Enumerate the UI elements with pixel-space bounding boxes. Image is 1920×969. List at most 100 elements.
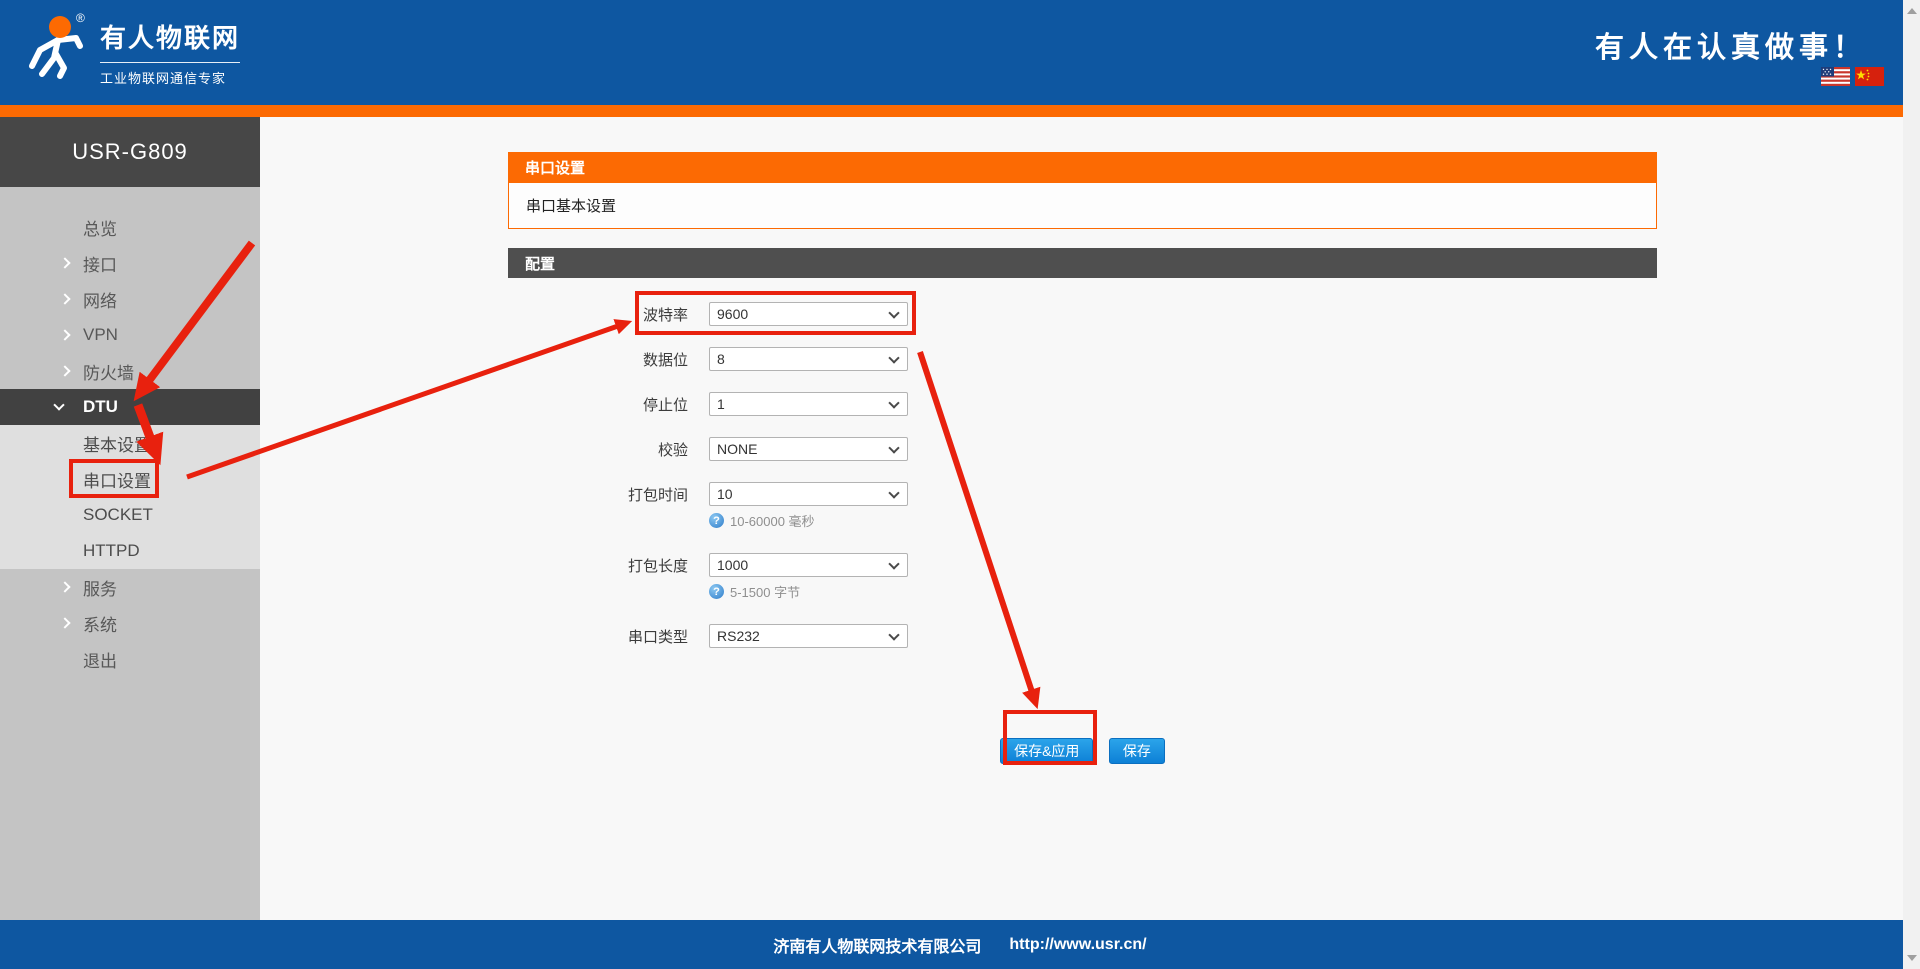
chevron-right-icon [59,617,71,629]
sidebar-item-logout[interactable]: 退出 [0,641,260,677]
logo-text: 有人物联网 工业物联网通信专家 [100,18,241,87]
sidebar-item-label: HTTPD [83,541,140,560]
sidebar-item-socket[interactable]: SOCKET [0,497,260,533]
sidebar-item-label: DTU [83,397,118,416]
baud-rate-label: 波特率 [642,306,688,324]
save-button[interactable]: 保存 [1108,738,1165,764]
packing-time-hint: ? 10-60000 毫秒 [709,511,1657,530]
us-flag-icon[interactable] [1821,67,1850,86]
form-row-baud-rate: 波特率 9600 [508,302,1657,326]
save-apply-button[interactable]: 保存&应用 [1000,738,1094,764]
parity-label: 校验 [657,441,688,459]
sidebar-item-label: VPN [83,325,118,344]
help-icon: ? [709,584,724,599]
serial-type-select[interactable]: RS232 [709,624,908,648]
panel-subtitle: 串口基本设置 [526,198,617,215]
main-content: 串口设置 串口基本设置 配置 波特率 9600 数据位 8 停止位 1 校验 NONE 打包时间… [260,117,1903,920]
form-row-data-bits: 数据位 8 [508,347,1657,371]
sidebar-item-label: SOCKET [83,505,153,524]
logo-title: 有人物联网 [100,23,241,53]
header-accent-strip [0,105,1920,117]
panel-title: 串口设置 [525,160,586,177]
help-icon: ? [709,513,724,528]
baud-rate-select-wrap: 9600 [709,302,908,326]
sidebar-item-interface[interactable]: 接口 [0,245,260,281]
form-row-packing-time: 打包时间 10? 10-60000 毫秒 [508,482,1657,530]
chevron-right-icon [59,257,71,269]
chevron-right-icon [59,293,71,305]
chevron-right-icon [59,329,71,341]
panel-subtitle-box: 串口基本设置 [508,183,1657,229]
packing-time-label: 打包时间 [627,486,688,504]
chevron-right-icon [59,581,71,593]
packing-length-select[interactable]: 1000 [709,553,908,577]
serial-type-label: 串口类型 [627,628,688,646]
sidebar-item-label: 防火墙 [83,363,134,383]
header-slogan: 有人在认真做事！ [1594,32,1867,64]
parity-select-wrap: NONE [709,437,908,461]
sidebar-item-network[interactable]: 网络 [0,281,260,317]
stop-bits-select[interactable]: 1 [709,392,908,416]
sidebar-item-label: 接口 [83,255,117,275]
sidebar-item-label: 总览 [83,219,117,239]
sidebar-item-label: 串口设置 [83,471,151,491]
data-bits-label: 数据位 [642,351,688,369]
packing-length-select-wrap: 1000 [709,553,908,577]
sidebar-item-label: 退出 [83,651,117,671]
registered-mark: ® [76,11,85,25]
packing-time-select-wrap: 10 [709,482,908,506]
packing-length-label: 打包长度 [627,557,688,575]
form-row-serial-type: 串口类型 RS232 [508,624,1657,648]
parity-select[interactable]: NONE [709,437,908,461]
serial-type-select-wrap: RS232 [709,624,908,648]
config-section-title: 配置 [525,255,556,273]
sidebar-item-httpd[interactable]: HTTPD [0,533,260,569]
sidebar-item-label: 网络 [83,291,117,311]
sidebar-item-services[interactable]: 服务 [0,569,260,605]
chevron-down-icon [53,399,65,411]
vertical-scrollbar[interactable] [1903,0,1920,969]
sidebar: USR-G809 总览接口网络 VPN 防火墙 DTU 基本设置串口设置 SOCKET HT… [0,117,260,920]
sidebar-item-label: 服务 [83,579,117,599]
device-model-title: USR-G809 [0,117,260,187]
sidebar-item-label: 基本设置 [83,435,151,455]
footer-company: 济南有人物联网技术有限公司 [773,938,982,956]
panel-title-bar: 串口设置 [508,152,1657,183]
language-flags [1821,67,1884,86]
cn-flag-icon[interactable] [1855,67,1884,86]
packing-length-hint: ? 5-1500 字节 [709,582,1657,601]
packing-time-select[interactable]: 10 [709,482,908,506]
form-row-parity: 校验 NONE [508,437,1657,461]
logo-subtitle: 工业物联网通信专家 [100,62,241,87]
stop-bits-select-wrap: 1 [709,392,908,416]
data-bits-select-wrap: 8 [709,347,908,371]
sidebar-item-overview[interactable]: 总览 [0,209,260,245]
baud-rate-select[interactable]: 9600 [709,302,908,326]
sidebar-menu: 总览接口网络 VPN 防火墙 DTU 基本设置串口设置 SOCKET HTTPD 服务系统退出 [0,209,260,677]
sidebar-item-system[interactable]: 系统 [0,605,260,641]
usr-admin-page: ® 有人物联网 工业物联网通信专家 有人在认真做事！ USR-G809 总览 接… [0,0,1920,969]
chevron-right-icon [59,365,71,377]
form-row-stop-bits: 停止位 1 [508,392,1657,416]
sidebar-item-dtu[interactable]: DTU [0,389,260,425]
sidebar-item-firewall[interactable]: 防火墙 [0,353,260,389]
data-bits-select[interactable]: 8 [709,347,908,371]
form-row-packing-length: 打包长度 1000? 5-1500 字节 [508,553,1657,601]
serial-settings-panel: 串口设置 串口基本设置 配置 波特率 9600 数据位 8 停止位 1 校验 NONE 打包时间… [508,152,1657,764]
sidebar-item-basic-settings[interactable]: 基本设置 [0,425,260,461]
top-header: ® 有人物联网 工业物联网通信专家 有人在认真做事！ [0,0,1920,105]
form-actions: 保存&应用 保存 [508,738,1657,764]
scroll-down-icon[interactable] [1907,955,1917,961]
footer: 济南有人物联网技术有限公司 http://www.usr.cn/ [0,920,1920,969]
sidebar-item-serial-settings[interactable]: 串口设置 [0,461,260,497]
footer-url-link[interactable]: http://www.usr.cn/ [1009,936,1146,954]
scroll-up-icon[interactable] [1907,8,1917,14]
usr-logo-icon: ® [29,11,85,79]
sidebar-item-label: 系统 [83,615,117,635]
packing-time-hint-text: 10-60000 毫秒 [730,514,815,529]
packing-length-hint-text: 5-1500 字节 [730,585,801,600]
config-section-bar: 配置 [508,248,1657,278]
serial-config-form: 波特率 9600 数据位 8 停止位 1 校验 NONE 打包时间 10? 10-60000 毫秒打… [508,302,1657,648]
stop-bits-label: 停止位 [642,396,688,414]
sidebar-item-vpn[interactable]: VPN [0,317,260,353]
